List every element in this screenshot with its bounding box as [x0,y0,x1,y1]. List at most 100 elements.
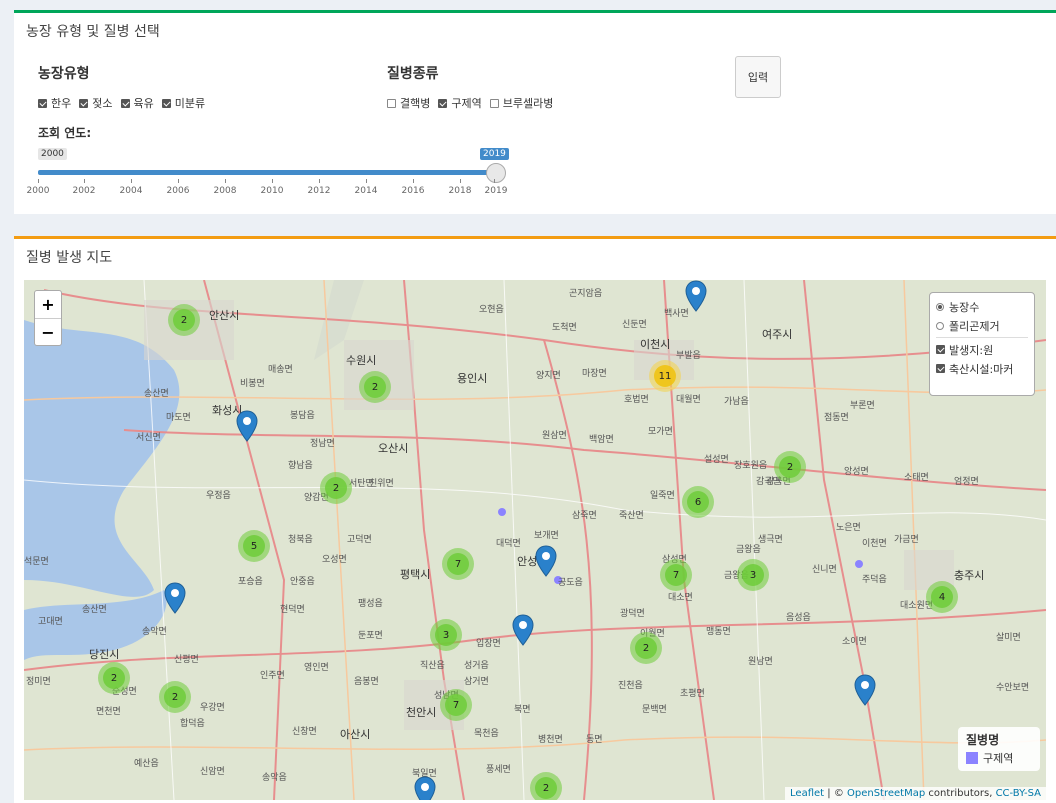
cluster-marker[interactable]: 2 [320,472,352,504]
town-label: 정미면 [26,677,51,687]
town-label: 우정읍 [206,491,231,501]
checkbox-yukyu[interactable]: 육유 [120,95,154,111]
town-label: 면천면 [96,707,121,717]
town-label: 대월면 [676,395,701,405]
town-label: 팽성읍 [358,599,383,609]
cluster-marker[interactable]: 7 [442,548,474,580]
farm-type-checkbox-group: 한우 젖소 육유 미분류 [38,95,213,111]
checkbox-brucellosis[interactable]: 브루셀라병 [489,95,553,111]
facility-marker-icon[interactable] [512,614,534,646]
checkbox-unclassified[interactable]: 미분류 [161,95,205,111]
town-label: 광덕면 [620,609,645,619]
cluster-marker[interactable]: 2 [359,371,391,403]
town-label: 일죽면 [650,491,675,501]
cluster-marker[interactable]: 2 [98,662,130,694]
town-label: 송산면 [82,605,107,615]
town-label: 가금면 [894,535,919,545]
disease-legend: 질병명 구제역 [958,727,1040,771]
town-label: 우강면 [200,703,225,713]
disease-map[interactable]: 안산시 수원시 용인시 이천시 여주시 화성시 오산시 평택시 안성시 당진시 … [24,280,1046,800]
town-label: 송산면 [144,389,169,399]
city-label: 수원시 [346,354,377,367]
facility-marker-icon[interactable] [854,674,876,706]
town-label: 신평면 [174,655,199,665]
checkbox-hanwoo[interactable]: 한우 [38,95,71,111]
town-label: 인주면 [260,671,285,681]
town-label: 향남읍 [288,461,313,471]
overlay-outbreak-circle[interactable]: 발생지:원 [936,340,1028,359]
radio-icon[interactable] [936,321,944,330]
map-panel: 질병 발생 지도 안산시 수원시 용인시 이천시 여주시 화성시 오산시 평택시… [14,236,1056,803]
town-label: 이천면 [862,539,887,549]
town-label: 죽산면 [619,511,644,521]
cluster-marker[interactable]: 2 [774,451,806,483]
tick-label: 2010 [260,186,284,196]
town-label: 맹동면 [706,627,731,637]
legend-item: 구제역 [966,750,1032,766]
tick-label: 2018 [448,186,472,196]
town-label: 둔포면 [358,631,383,641]
cluster-marker[interactable]: 6 [682,486,714,518]
cluster-marker[interactable]: 11 [649,360,681,392]
cluster-marker[interactable]: 3 [430,619,462,651]
checkbox-icon[interactable] [438,98,448,108]
town-label: 입장면 [476,639,501,649]
town-label: 원남면 [748,657,773,667]
facility-marker-icon[interactable] [164,582,186,614]
base-layer-remove-polygon[interactable]: 폴리곤제거 [936,316,1028,335]
cluster-marker[interactable]: 4 [926,581,958,613]
checkbox-tuberculosis[interactable]: 결핵병 [387,95,430,111]
facility-marker-icon[interactable] [236,410,258,442]
tick-label: 2014 [354,186,378,196]
town-label: 원삼면 [542,431,567,441]
osm-link[interactable]: OpenStreetMap [847,788,925,799]
cluster-marker[interactable]: 2 [168,304,200,336]
leaflet-link[interactable]: Leaflet [790,788,824,799]
zoom-in-button[interactable]: + [35,291,61,319]
cluster-marker[interactable]: 2 [530,772,562,800]
radio-icon[interactable] [936,302,944,311]
town-label: 마장면 [582,369,607,379]
slider-track[interactable] [38,170,494,175]
town-label: 곤지암읍 [569,289,603,299]
town-label: 합덕읍 [180,719,205,729]
checkbox-icon[interactable] [38,98,47,108]
checkbox-icon[interactable] [936,345,945,354]
checkbox-fmd[interactable]: 구제역 [438,95,482,111]
town-label: 음성읍 [786,613,811,623]
town-label: 고덕면 [347,535,372,545]
facility-marker-icon[interactable] [685,280,707,312]
town-label: 안중읍 [290,577,315,587]
cluster-marker[interactable]: 2 [159,681,191,713]
checkbox-icon[interactable] [489,98,499,108]
town-label: 부론면 [850,401,875,411]
overlay-facility-marker[interactable]: 축산시설:마커 [936,359,1028,378]
facility-marker-icon[interactable] [535,545,557,577]
zoom-out-button[interactable]: − [35,319,61,346]
town-label: 매송면 [268,365,293,375]
town-label: 봉담읍 [290,411,315,421]
city-label: 안산시 [209,309,240,322]
facility-marker-icon[interactable] [414,776,436,800]
checkbox-icon[interactable] [936,364,945,373]
cluster-marker[interactable]: 3 [737,559,769,591]
cluster-marker[interactable]: 5 [238,530,270,562]
cluster-marker[interactable]: 7 [440,689,472,721]
checkbox-icon[interactable] [79,98,89,108]
town-label: 송악면 [142,627,167,637]
license-link[interactable]: CC-BY-SA [996,788,1041,799]
cluster-marker[interactable]: 2 [630,632,662,664]
base-layer-farm-count[interactable]: 농장수 [936,297,1028,316]
town-label: 송악읍 [262,773,287,783]
slider-max-label: 2019 [480,148,509,160]
checkbox-icon[interactable] [120,98,130,108]
submit-button[interactable]: 입력 [735,56,781,98]
town-label: 앙성면 [844,467,869,477]
checkbox-icon[interactable] [387,98,396,108]
checkbox-dairy[interactable]: 젖소 [79,95,113,111]
town-label: 노은면 [836,523,861,533]
checkbox-icon[interactable] [161,98,171,108]
cluster-marker[interactable]: 7 [660,559,692,591]
town-label: 석문면 [24,557,49,567]
tick-label: 2008 [213,186,237,196]
